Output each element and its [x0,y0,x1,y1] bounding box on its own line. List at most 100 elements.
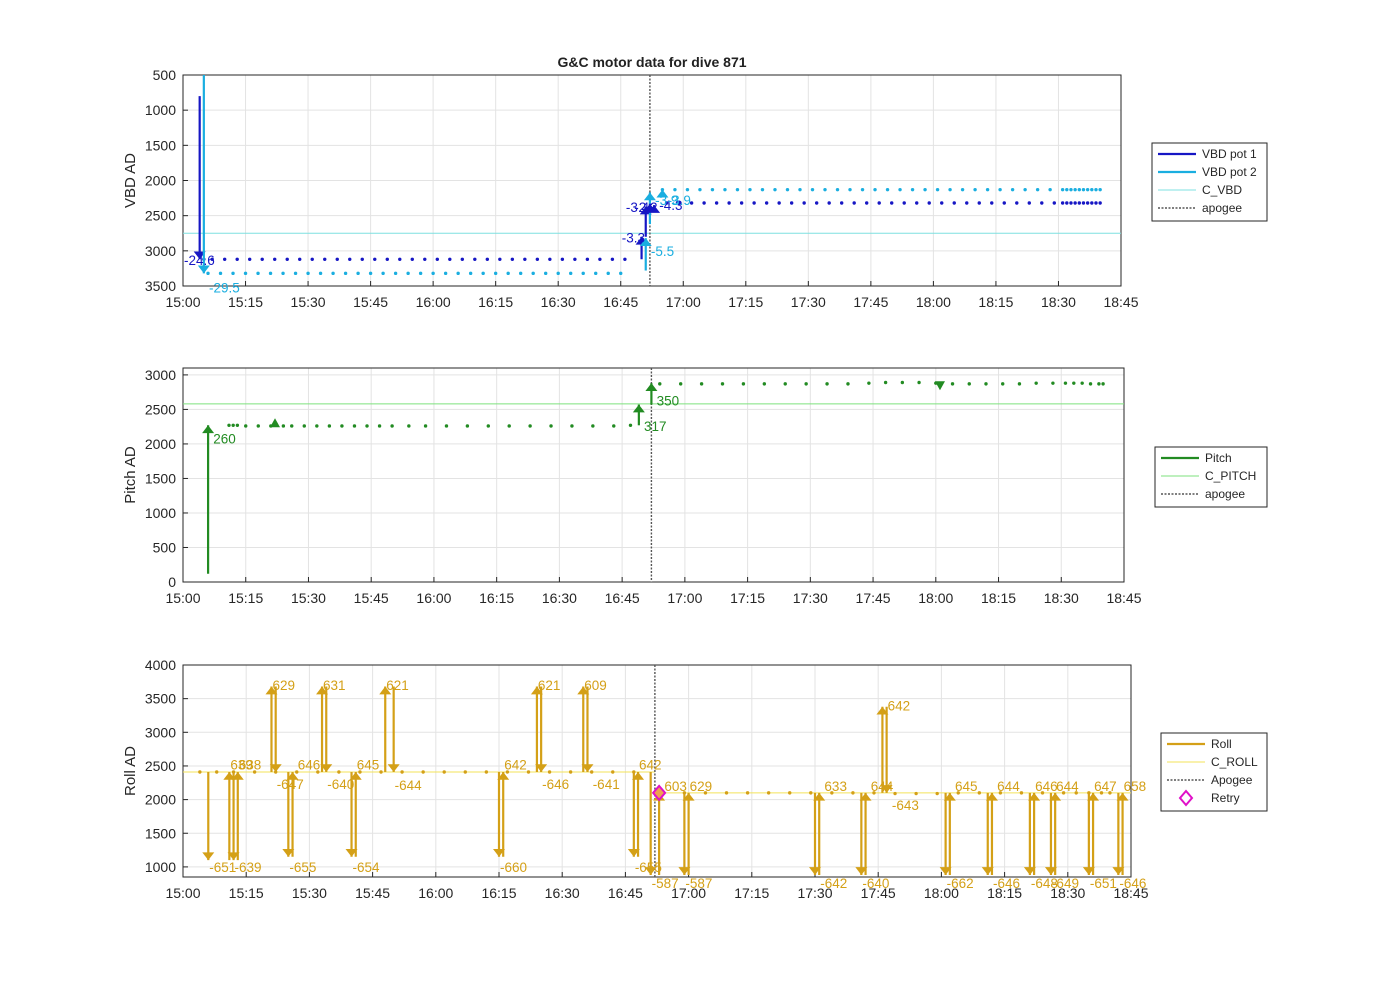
data-point [407,424,411,428]
data-point [783,382,787,386]
data-point [848,187,852,192]
data-point [867,381,871,385]
move-label: -662 [947,876,974,891]
y-tick-label: 1000 [145,859,176,875]
y-tick-label: 4000 [145,657,176,673]
data-point [1098,187,1102,192]
data-point [1065,201,1069,205]
x-tick-label: 15:00 [165,294,200,310]
data-point [1097,382,1101,386]
x-tick-label: 16:15 [481,885,516,901]
data-point [443,271,448,276]
data-point [1073,187,1077,192]
x-tick-label: 16:00 [416,590,451,606]
data-point [298,257,302,261]
x-tick-label: 17:15 [730,590,765,606]
data-point [606,271,610,276]
x-tick-label: 15:45 [355,885,390,901]
data-point [1027,201,1031,205]
data-point [900,380,905,385]
data-point [486,424,491,428]
data-point [421,770,425,774]
data-point [810,187,815,192]
move-label: 644 [997,779,1020,794]
data-point [611,770,615,774]
data-point [773,187,777,192]
data-point [619,271,623,276]
y-tick-label: 500 [153,67,177,83]
data-point [1060,201,1065,205]
move-label: 645 [357,758,380,773]
data-point [873,187,877,192]
data-point [526,770,531,774]
legend: Roll C_ROLL Apogee Retry [1160,732,1268,812]
x-tick-label: 15:15 [229,885,264,901]
move-label: 260 [213,431,236,446]
data-point [423,424,428,428]
x-tick-label: 17:45 [853,294,888,310]
chart-title: G&C motor data for dive 871 [557,54,746,70]
data-point [390,424,394,428]
move-label: 631 [323,678,346,693]
x-tick-label: 18:30 [1044,590,1079,606]
data-point [444,424,449,428]
data-point [860,187,865,192]
data-point [973,187,977,192]
data-point [835,187,840,192]
data-point [523,257,527,261]
legend-label: C_ROLL [1211,755,1258,769]
data-point [463,770,467,774]
move-label: 629 [272,678,295,693]
y-axis-label: Roll AD [122,746,139,796]
data-point [802,201,806,205]
x-tick-label: 17:30 [791,294,826,310]
data-point [573,257,577,261]
x-tick-label: 17:15 [734,885,769,901]
x-tick-label: 15:15 [228,590,263,606]
y-tick-label: 1500 [145,825,176,841]
x-tick-label: 17:00 [666,294,701,310]
data-point [306,271,310,276]
data-point [531,271,535,276]
data-point [893,791,897,796]
data-point [385,257,389,261]
data-point [548,257,552,261]
data-point [598,257,602,261]
move-label: 644 [871,779,894,794]
data-point [1034,381,1038,385]
data-point [510,257,515,261]
data-point [741,382,746,386]
data-point [950,382,955,386]
data-point [1040,201,1044,205]
x-tick-label: 16:00 [418,885,453,901]
x-tick-label: 16:30 [545,885,580,901]
x-tick-label: 15:30 [291,590,326,606]
x-tick-label: 17:30 [793,590,828,606]
data-point [1069,187,1073,192]
legend-label: C_PITCH [1205,469,1256,483]
data-point [965,201,969,205]
data-point [343,271,348,276]
legend-label: C_VBD [1202,183,1242,197]
data-point [977,201,981,205]
move-label: -3.9 [668,193,691,208]
move-label: 658 [1124,779,1147,794]
data-point [798,187,802,192]
data-point [723,187,727,192]
x-tick-label: 18:45 [1103,294,1138,310]
data-point [985,187,990,192]
x-tick-label: 17:15 [728,294,763,310]
x-tick-label: 15:30 [291,294,326,310]
data-point [468,271,473,276]
y-tick-label: 2500 [145,401,176,417]
data-point [323,257,327,261]
data-point [244,424,248,428]
data-point [1015,201,1019,205]
data-point [327,424,332,428]
y-tick-label: 1000 [145,505,176,521]
data-point [612,424,616,428]
data-point [273,257,277,261]
data-point [473,257,477,261]
data-point [581,271,585,276]
y-tick-label: 3000 [145,367,176,383]
